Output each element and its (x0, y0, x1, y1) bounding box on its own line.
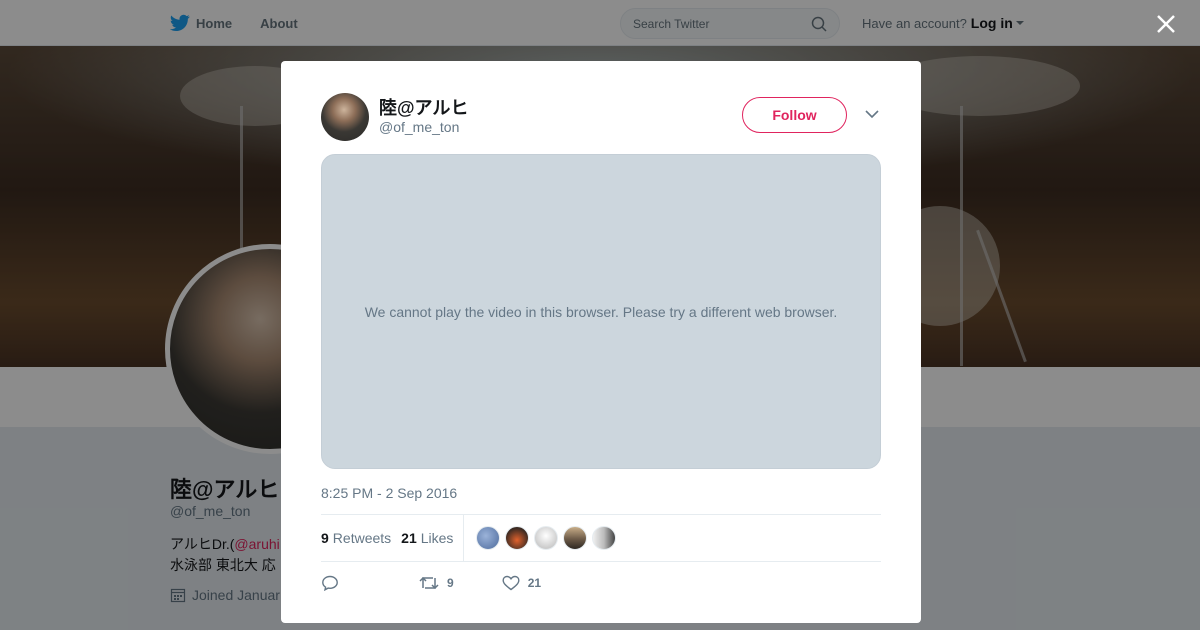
tweet-stats: 9 Retweets 21 Likes (321, 514, 881, 562)
liker-avatar[interactable] (534, 526, 559, 550)
stats-divider (463, 514, 465, 562)
tweet-modal: 陸@アルヒ @of_me_ton Follow We cannot play t… (281, 61, 921, 623)
chevron-down-icon[interactable] (865, 109, 879, 119)
heart-icon (502, 575, 520, 591)
liker-avatar[interactable] (563, 526, 588, 550)
liker-avatar[interactable] (505, 526, 530, 550)
retweets-label: Retweets (332, 530, 392, 546)
likes-label: Likes (420, 530, 454, 546)
retweets-count: 9 (321, 530, 329, 546)
close-icon[interactable] (1152, 10, 1180, 38)
tweet-actions: 9 21 (321, 571, 881, 595)
video-error-message: We cannot play the video in this browser… (364, 303, 838, 320)
tweet-timestamp[interactable]: 8:25 PM - 2 Sep 2016 (321, 485, 457, 501)
reply-button[interactable] (321, 575, 347, 591)
likes-stat[interactable]: 21 Likes (401, 530, 453, 546)
video-player[interactable]: We cannot play the video in this browser… (321, 154, 881, 469)
author-handle[interactable]: @of_me_ton (379, 119, 459, 135)
follow-button[interactable]: Follow (742, 97, 847, 133)
author-name[interactable]: 陸@アルヒ (379, 94, 468, 120)
author-avatar[interactable] (321, 93, 369, 141)
retweet-icon (419, 576, 439, 590)
liker-avatar[interactable] (592, 526, 617, 550)
liker-avatars (476, 526, 621, 550)
likes-count: 21 (401, 530, 417, 546)
retweet-button[interactable]: 9 (419, 575, 454, 591)
retweets-stat[interactable]: 9 Retweets (321, 530, 391, 546)
reply-icon (322, 575, 338, 591)
liker-avatar[interactable] (476, 526, 501, 550)
like-action-count: 21 (527, 576, 542, 590)
like-button[interactable]: 21 (502, 575, 541, 591)
retweet-action-count: 9 (447, 576, 454, 590)
